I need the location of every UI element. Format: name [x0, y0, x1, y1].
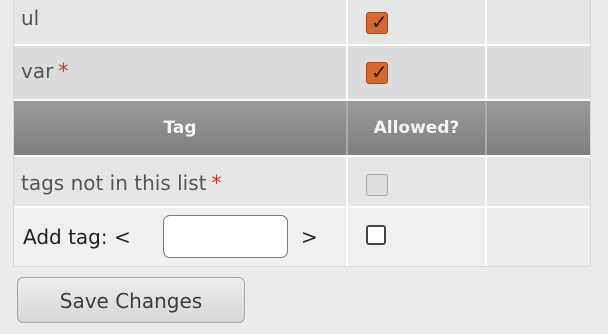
add-tag-row: Add tag: < >	[14, 208, 590, 266]
add-tag-allowed-checkbox[interactable]	[366, 225, 386, 245]
check-icon: ✓	[371, 60, 388, 84]
allowed-cell: ✓	[346, 46, 485, 99]
tag-label: tags not in this list *	[21, 171, 222, 195]
header-tag: Tag	[14, 101, 346, 155]
allowed-cell	[346, 208, 485, 266]
tag-cell: tags not in this list *	[14, 157, 346, 206]
table-row-var: var * ✓	[14, 46, 590, 99]
required-marker: *	[58, 59, 69, 83]
add-tag-label: Add tag: <	[23, 225, 131, 249]
tag-cell: ul	[14, 0, 346, 44]
tag-label: ul	[21, 6, 40, 30]
extra-cell	[485, 157, 590, 206]
extra-cell	[485, 46, 590, 99]
tag-cell: var *	[14, 46, 346, 99]
add-tag-suffix: >	[301, 225, 318, 249]
extra-cell	[485, 0, 590, 44]
allowed-checkbox-not-in-list	[366, 174, 388, 196]
tag-label: var *	[21, 59, 69, 83]
header-allowed: Allowed?	[346, 101, 485, 155]
allowed-checkbox-var[interactable]: ✓	[366, 60, 388, 84]
table-row-ul: ul ✓	[14, 0, 590, 44]
add-tag-input[interactable]	[163, 215, 288, 258]
header-allowed-label: Allowed?	[373, 118, 460, 138]
tag-permissions-table: ul ✓ var * ✓ Tag Allowed? tags not in thi…	[14, 0, 590, 266]
header-extra	[485, 101, 590, 155]
allowed-checkbox-ul[interactable]: ✓	[366, 10, 388, 34]
required-marker: *	[211, 171, 222, 195]
check-icon: ✓	[371, 10, 388, 34]
extra-cell	[485, 208, 590, 266]
allowed-cell	[346, 157, 485, 206]
table-row-not-in-list: tags not in this list *	[14, 157, 590, 206]
add-tag-cell: Add tag: < >	[14, 208, 346, 266]
allowed-cell: ✓	[346, 0, 485, 44]
header-tag-label: Tag	[163, 118, 197, 138]
save-changes-button[interactable]: Save Changes	[17, 277, 245, 323]
table-header-row: Tag Allowed?	[14, 101, 590, 155]
